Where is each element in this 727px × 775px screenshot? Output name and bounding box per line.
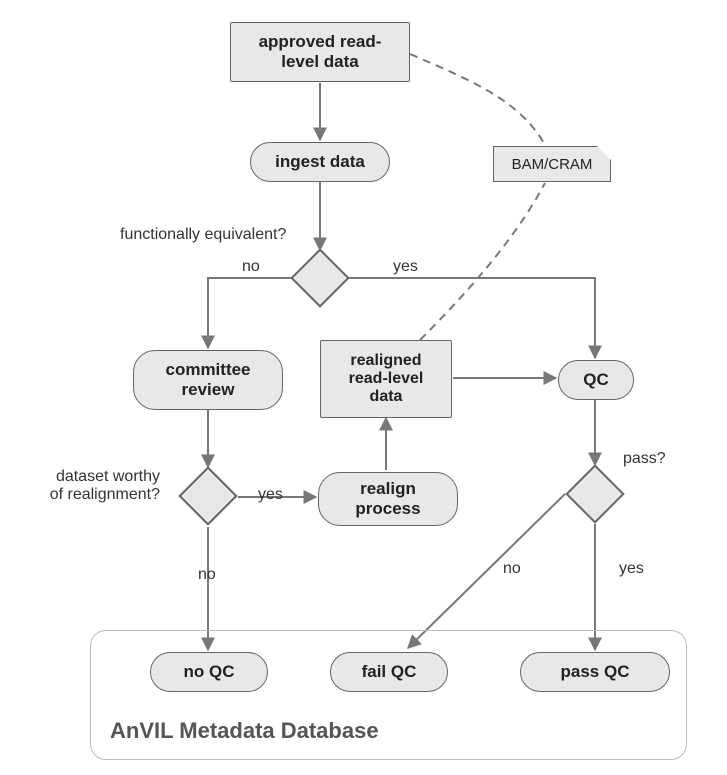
node-qc: QC (558, 360, 634, 400)
node-approved-read-level-data: approved read- level data (230, 22, 410, 82)
node-realigned-read-level-data: realigned read-level data (320, 340, 452, 418)
node-fail-qc: fail QC (330, 652, 448, 692)
label-pass: pass? (623, 450, 666, 468)
edge-label-no-1: no (242, 258, 260, 276)
node-pass-qc: pass QC (520, 652, 670, 692)
decision-dataset-worthy (178, 466, 238, 526)
label-dataset-worthy: dataset worthy of realignment? (30, 468, 160, 504)
decision-functionally-equivalent (290, 248, 350, 308)
edge-label-yes-2: yes (258, 486, 283, 504)
edge-label-no-3: no (503, 560, 521, 578)
note-bam-cram: BAM/CRAM (493, 146, 611, 182)
label-functionally-equivalent: functionally equivalent? (120, 226, 286, 244)
node-realign-process: realign process (318, 472, 458, 526)
container-title: AnVIL Metadata Database (110, 718, 379, 744)
edge-label-no-2: no (198, 566, 216, 584)
node-committee-review: committee review (133, 350, 283, 410)
node-ingest-data: ingest data (250, 142, 390, 182)
edge-label-yes-3: yes (619, 560, 644, 578)
decision-pass (565, 464, 625, 524)
node-no-qc: no QC (150, 652, 268, 692)
edge-label-yes-1: yes (393, 258, 418, 276)
